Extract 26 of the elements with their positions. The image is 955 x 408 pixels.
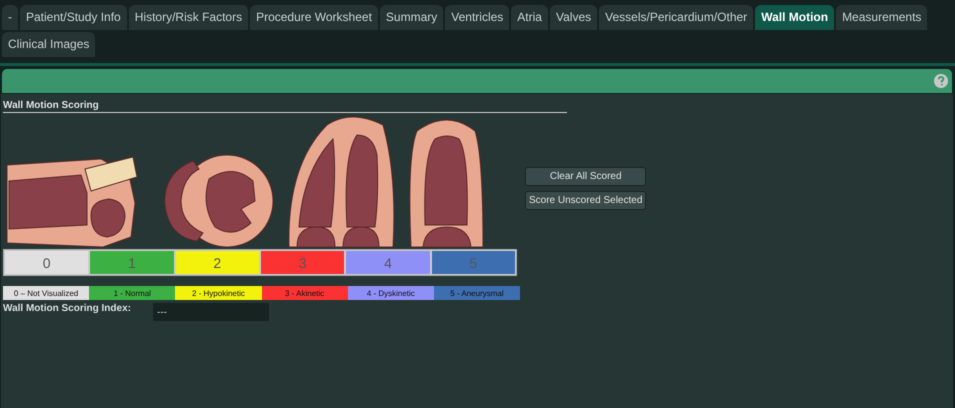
legend-item: 1 - Normal (89, 286, 176, 300)
action-button[interactable]: Score Unscored Selected (525, 191, 646, 210)
tab[interactable]: Measurements (836, 5, 928, 30)
tab[interactable]: Patient/Study Info (20, 5, 127, 30)
legend-item: 3 - Akinetic (262, 286, 348, 300)
tab[interactable]: Vessels/Pericardium/Other (599, 5, 754, 30)
score-button[interactable]: 0 (4, 250, 90, 275)
legend-item: 0 – Not Visualized (3, 286, 90, 300)
legend-item: 4 - Dyskinetic (348, 286, 434, 300)
tab[interactable]: Valves (550, 5, 598, 30)
index-field[interactable]: --- (153, 303, 269, 321)
legend-item: 5 - Aneurysmal (434, 286, 520, 300)
tab[interactable]: Procedure Worksheet (250, 5, 378, 30)
tab[interactable]: Atria (511, 5, 548, 30)
tab[interactable]: History/Risk Factors (128, 5, 248, 30)
tab[interactable]: Wall Motion (755, 5, 834, 30)
score-button[interactable]: 2 (174, 250, 260, 275)
tab[interactable]: Ventricles (445, 5, 510, 30)
help-icon[interactable] (934, 74, 948, 88)
legend-item: 2 - Hypokinetic (175, 286, 262, 300)
tab[interactable]: - (2, 5, 18, 30)
tab[interactable]: Clinical Images (2, 32, 96, 57)
index-label: Wall Motion Scoring Index: (3, 303, 132, 314)
action-button[interactable]: Clear All Scored (525, 167, 646, 186)
section-title: Wall Motion Scoring (3, 100, 567, 113)
tab[interactable]: Summary (380, 5, 444, 30)
